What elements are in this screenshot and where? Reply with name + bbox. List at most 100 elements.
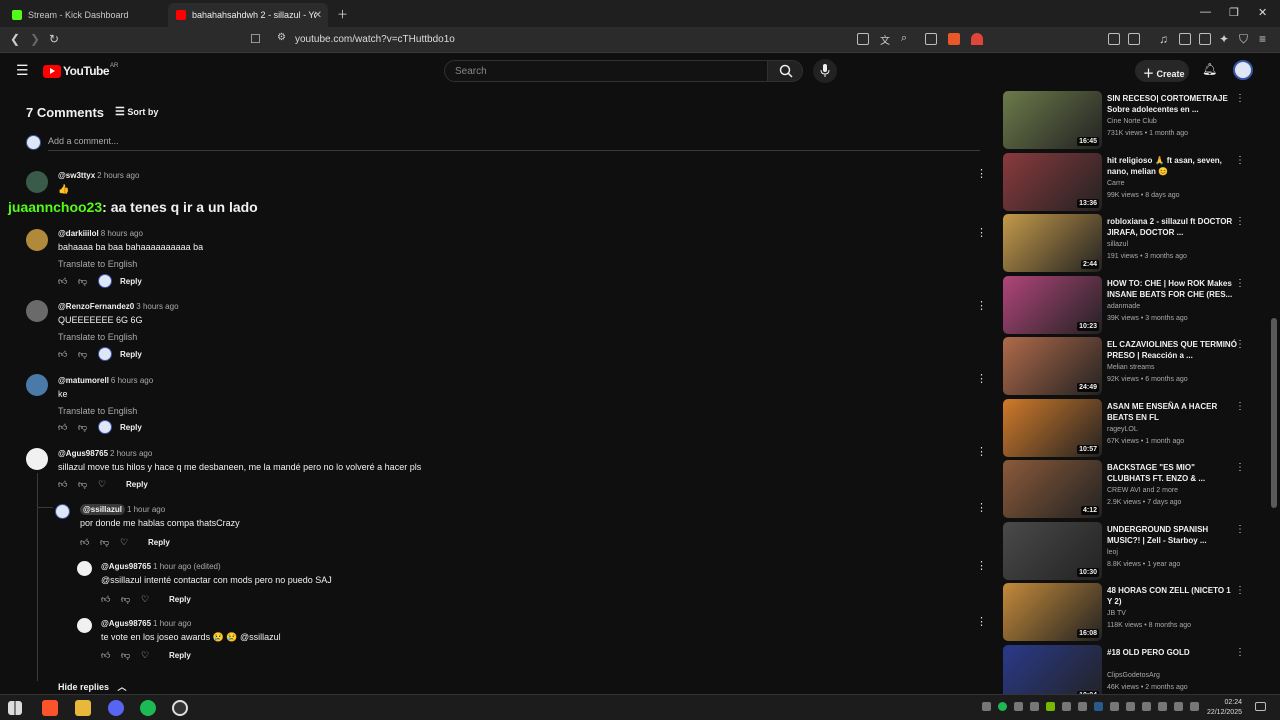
- brave-browser-icon[interactable]: [42, 700, 58, 716]
- reply-time[interactable]: 1 hour ago (edited): [153, 562, 221, 571]
- zoom-icon[interactable]: ⌕: [901, 32, 907, 45]
- tray-app-icon[interactable]: [1014, 702, 1023, 711]
- tray-steam-icon[interactable]: [1094, 702, 1103, 711]
- video-menu-icon[interactable]: ⋮: [1235, 339, 1245, 350]
- video-title[interactable]: HOW TO: CHE | How ROK Makes INSANE BEATS…: [1107, 278, 1237, 300]
- notification-center-icon[interactable]: [1255, 702, 1266, 711]
- video-channel[interactable]: leoj: [1107, 549, 1118, 556]
- dislike-icon[interactable]: 👎︎: [100, 537, 120, 548]
- video-title[interactable]: EL CAZAVIOLINES QUE TERMINÓ PRESO | Reac…: [1107, 339, 1237, 361]
- video-title[interactable]: ASAN ME ENSEÑA A HACER BEATS EN FL: [1107, 401, 1237, 423]
- forward-icon[interactable]: ❯: [30, 32, 40, 46]
- recommended-video[interactable]: 10:30 UNDERGROUND SPANISH MUSIC?! | Zell …: [1001, 521, 1251, 582]
- sort-by-button[interactable]: ☰ Sort by: [115, 105, 158, 118]
- account-avatar[interactable]: [1233, 60, 1253, 80]
- tray-app-icon[interactable]: [1078, 702, 1087, 711]
- recommended-video[interactable]: 2:44 robloxiana 2 - sillazul ft DOCTOR JI…: [1001, 214, 1251, 274]
- tray-spotify-icon[interactable]: [998, 702, 1007, 711]
- video-title[interactable]: UNDERGROUND SPANISH MUSIC?! | Zell - Sta…: [1107, 524, 1237, 546]
- commenter-avatar[interactable]: [77, 618, 92, 633]
- dislike-icon[interactable]: 👎︎: [78, 479, 98, 490]
- comment-time[interactable]: 8 hours ago: [101, 229, 143, 238]
- comment-author[interactable]: @sw3ttyx: [58, 171, 95, 180]
- video-menu-icon[interactable]: ⋮: [1235, 93, 1245, 104]
- back-icon[interactable]: ❮: [10, 32, 20, 46]
- reply-author[interactable]: @Agus98765: [101, 619, 151, 628]
- video-menu-icon[interactable]: ⋮: [1235, 216, 1245, 227]
- brave-shield-icon[interactable]: [948, 33, 960, 45]
- reply-button[interactable]: Reply: [120, 423, 142, 432]
- video-channel[interactable]: JB TV: [1107, 610, 1126, 617]
- video-title[interactable]: SIN RECESO| CORTOMETRAJE Sobre adolecent…: [1107, 93, 1237, 115]
- video-channel[interactable]: adanmade: [1107, 303, 1140, 310]
- video-thumbnail[interactable]: 10:23: [1003, 275, 1102, 334]
- translate-icon[interactable]: 文: [880, 32, 890, 47]
- tray-nvidia-icon[interactable]: [1046, 702, 1055, 711]
- youtube-logo[interactable]: YouTube AR: [43, 63, 118, 78]
- comment-menu-icon[interactable]: ⋮: [976, 167, 987, 180]
- obs-icon[interactable]: [172, 700, 188, 716]
- comment-author[interactable]: @RenzoFernandez0: [58, 302, 134, 311]
- commenter-avatar[interactable]: [26, 171, 48, 193]
- tray-app-icon[interactable]: [1030, 702, 1039, 711]
- search-input[interactable]: Search: [444, 60, 768, 82]
- tray-app-icon[interactable]: [1110, 702, 1119, 711]
- comment-menu-icon[interactable]: ⋮: [976, 299, 987, 312]
- video-title[interactable]: BACKSTAGE "ES MIO" CLUBHATS FT. ENZO & .…: [1107, 462, 1237, 484]
- video-channel[interactable]: CREW AVI and 2 more: [1107, 487, 1178, 494]
- commenter-avatar[interactable]: [77, 561, 92, 576]
- tray-app-icon[interactable]: [982, 702, 991, 711]
- commenter-avatar[interactable]: [26, 229, 48, 251]
- commenter-avatar[interactable]: [26, 448, 48, 470]
- tab-youtube[interactable]: bahahahsahdwh 2 - sillazul - Yo ✕: [168, 3, 328, 27]
- video-menu-icon[interactable]: ⋮: [1235, 155, 1245, 166]
- translate-button[interactable]: Translate to English: [58, 259, 203, 269]
- video-thumbnail[interactable]: 10:30: [1003, 521, 1102, 580]
- commenter-avatar[interactable]: [26, 300, 48, 322]
- comment-author[interactable]: @matumorell: [58, 376, 109, 385]
- reader-icon[interactable]: [1128, 33, 1140, 45]
- leo-ai-icon[interactable]: ✦: [1219, 32, 1229, 46]
- recommended-video[interactable]: 24:49 EL CAZAVIOLINES QUE TERMINÓ PRESO |…: [1001, 337, 1251, 397]
- recommended-video[interactable]: 10:04 #18 OLD PERO GOLD ClipsGodetosArg 46K…: [1001, 644, 1251, 694]
- dislike-icon[interactable]: 👎︎: [121, 650, 141, 661]
- comment-time[interactable]: 3 hours ago: [136, 302, 178, 311]
- commenter-avatar[interactable]: [26, 374, 48, 396]
- cast-icon[interactable]: [857, 33, 869, 45]
- video-thumbnail[interactable]: 4:12: [1003, 460, 1102, 518]
- recommended-video[interactable]: 13:36 hit religioso 🙏 ft asan, seven, nan…: [1001, 152, 1251, 213]
- minimize-button[interactable]: —: [1200, 6, 1211, 18]
- reply-button[interactable]: Reply: [169, 651, 191, 660]
- add-comment-input[interactable]: Add a comment...: [48, 136, 980, 151]
- tray-app-icon[interactable]: [1142, 702, 1151, 711]
- close-window-button[interactable]: ✕: [1258, 6, 1267, 19]
- system-clock[interactable]: 02:24 22/12/2025: [1207, 698, 1242, 718]
- dislike-icon[interactable]: 👎︎: [78, 422, 98, 433]
- close-tab-icon[interactable]: ✕: [314, 10, 322, 21]
- video-thumbnail[interactable]: 24:49: [1003, 337, 1102, 395]
- recommended-video[interactable]: 16:45 SIN RECESO| CORTOMETRAJE Sobre adol…: [1001, 91, 1251, 151]
- comment-time[interactable]: 2 hours ago: [97, 171, 139, 180]
- search-button[interactable]: [767, 60, 803, 82]
- video-title[interactable]: 48 HORAS CON ZELL (NICETO 1 Y 2): [1107, 585, 1237, 607]
- like-icon[interactable]: 👍︎: [101, 594, 121, 605]
- reply-button[interactable]: Reply: [126, 480, 148, 489]
- url-field[interactable]: youtube.com/watch?v=cTHuttbdo1o: [270, 30, 1010, 50]
- video-menu-icon[interactable]: ⋮: [1235, 585, 1245, 596]
- like-icon[interactable]: 👍︎: [101, 650, 121, 661]
- tray-app-icon[interactable]: [1126, 702, 1135, 711]
- comment-time[interactable]: 6 hours ago: [111, 376, 153, 385]
- recommended-video[interactable]: 4:12 BACKSTAGE "ES MIO" CLUBHATS FT. ENZO…: [1001, 460, 1251, 520]
- reply-menu-icon[interactable]: ⋮: [976, 559, 987, 572]
- wallet-icon[interactable]: [1199, 33, 1211, 45]
- voice-search-button[interactable]: [813, 59, 837, 83]
- heart-icon[interactable]: ♡: [141, 650, 161, 661]
- restore-button[interactable]: ❐: [1229, 6, 1239, 19]
- video-thumbnail[interactable]: 10:04: [1003, 644, 1102, 694]
- extensions-icon[interactable]: [1108, 33, 1120, 45]
- network-icon[interactable]: [1174, 702, 1183, 711]
- reply-menu-icon[interactable]: ⋮: [976, 501, 987, 514]
- share-icon[interactable]: [925, 33, 937, 45]
- video-title[interactable]: hit religioso 🙏 ft asan, seven, nano, me…: [1107, 155, 1237, 177]
- create-button[interactable]: ＋ Create: [1135, 60, 1189, 82]
